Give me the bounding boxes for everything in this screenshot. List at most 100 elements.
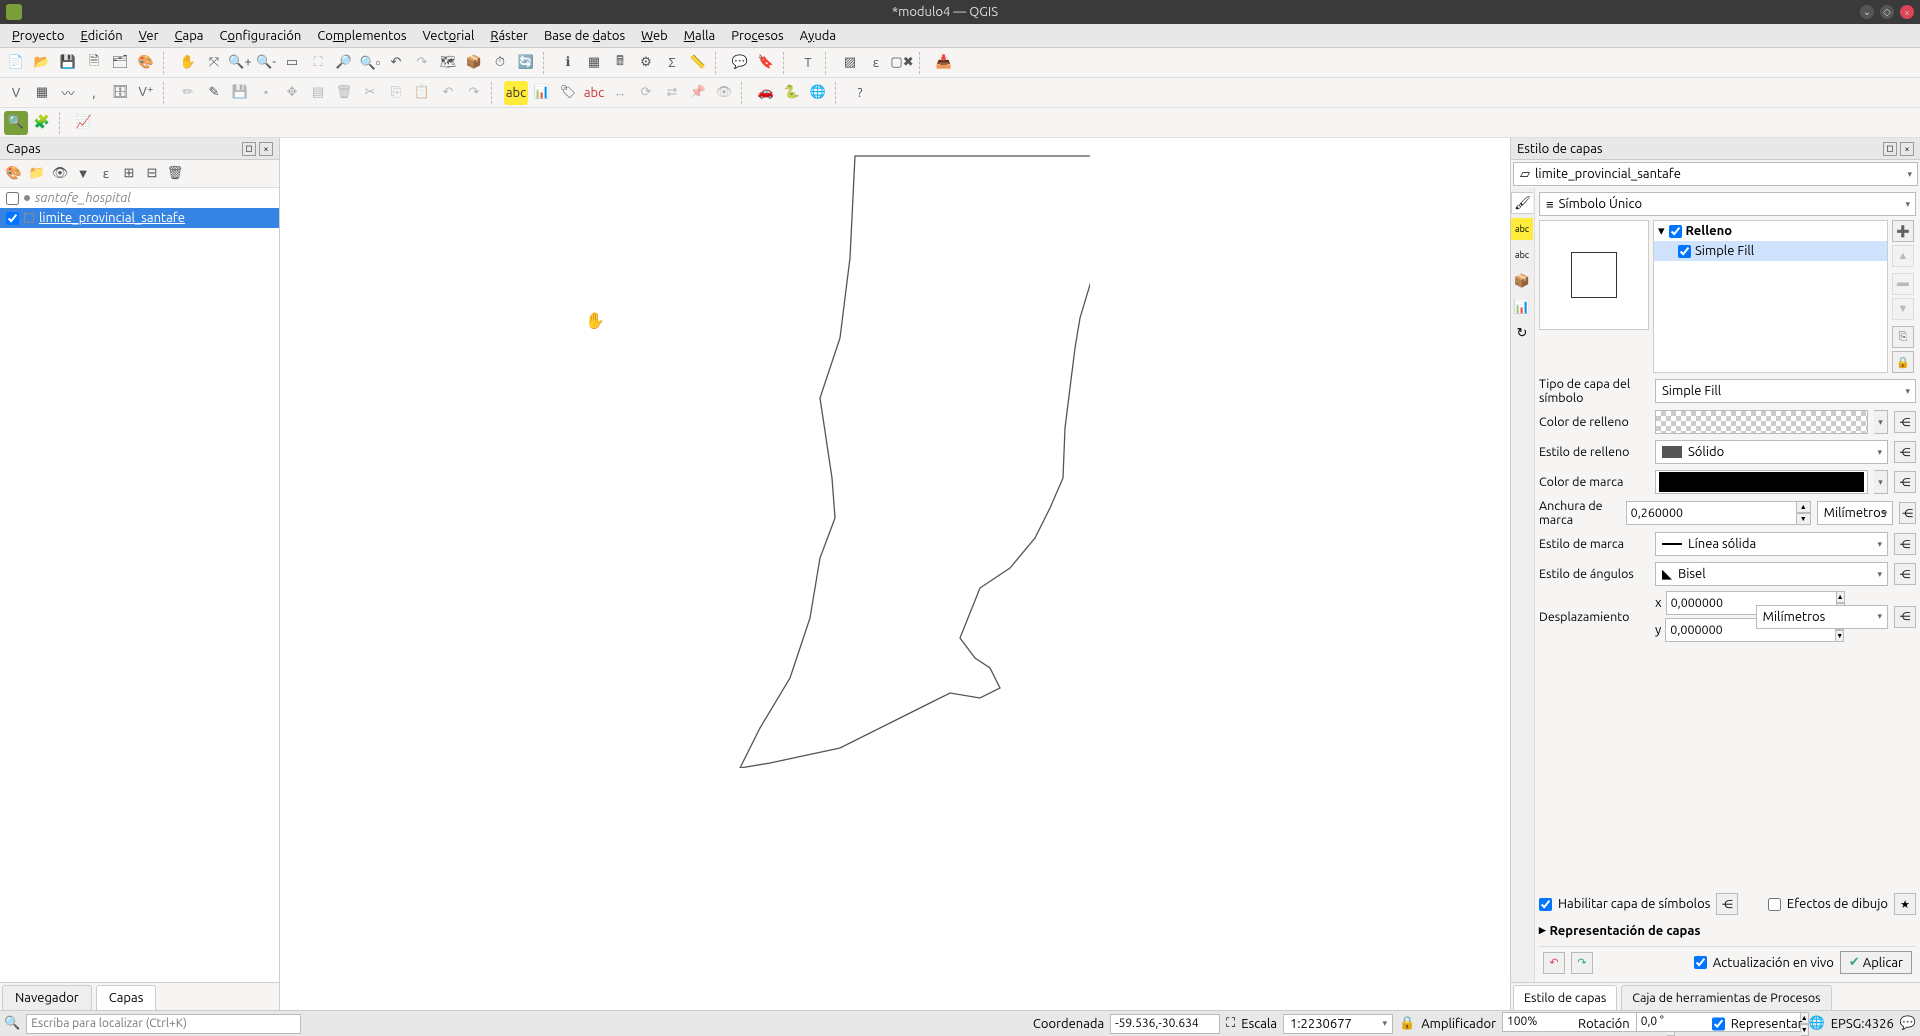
window-maximize-button[interactable]: ◇ — [1880, 5, 1894, 19]
stroke-color-override[interactable]: ⋲ — [1894, 471, 1916, 493]
add-raster-icon[interactable]: ▦ — [30, 81, 54, 105]
offset-override[interactable]: ⋲ — [1894, 606, 1916, 628]
menu-ver[interactable]: Ver — [131, 26, 167, 46]
scale-combo[interactable]: 1:2230677▾ — [1283, 1014, 1393, 1034]
select-features-icon[interactable]: ▨ — [838, 51, 862, 75]
enable-override[interactable]: ⋲ — [1716, 893, 1738, 915]
add-mesh-icon[interactable]: 〰 — [56, 81, 80, 105]
undo-icon[interactable]: ↶ — [436, 81, 460, 105]
zoom-in-icon[interactable]: 🔍+ — [228, 51, 252, 75]
menu-complementos[interactable]: Complementos — [309, 26, 414, 46]
osm-icon[interactable]: 🌐 — [806, 81, 830, 105]
add-delimited-icon[interactable]: , — [82, 81, 106, 105]
label-show-icon[interactable]: 👁 — [712, 81, 736, 105]
vertex-tool-icon[interactable]: ✥ — [280, 81, 304, 105]
coord-input[interactable] — [1110, 1014, 1220, 1034]
new-print-layout-icon[interactable]: 🗎 — [82, 51, 106, 75]
renderer-combo[interactable]: ≡ Símbolo Único ▾ — [1539, 192, 1916, 216]
layer-checkbox-limite[interactable] — [6, 212, 19, 225]
dataplotly-icon[interactable]: 📈 — [72, 111, 96, 135]
enable-symbol-layer-checkbox[interactable] — [1539, 898, 1552, 911]
move-down-button[interactable]: ▼ — [1892, 298, 1914, 320]
fill-style-combo[interactable]: Sólido ▾ — [1655, 440, 1888, 464]
layer-selector-combo[interactable]: ▱ limite_provincial_santafe ▾ — [1513, 162, 1918, 186]
menu-procesos[interactable]: Procesos — [723, 26, 791, 46]
save-project-icon[interactable]: 💾 — [56, 51, 80, 75]
layer-name[interactable]: santafe_hospital — [35, 191, 131, 205]
spin-up[interactable]: ▲ — [1797, 501, 1811, 513]
effects-button[interactable]: ★ — [1894, 893, 1916, 915]
tab-estilo-capas[interactable]: Estilo de capas — [1513, 985, 1617, 1010]
data-source-icon[interactable]: 📥 — [932, 51, 956, 75]
label-change-icon[interactable]: ⇄ — [660, 81, 684, 105]
stroke-color-button[interactable] — [1655, 470, 1868, 494]
add-symbol-layer-button[interactable]: ➕ — [1892, 220, 1914, 242]
offset-unit-combo[interactable]: Milímetros▾ — [1756, 605, 1888, 629]
layer-style-icon[interactable]: 🎨 — [4, 164, 24, 184]
tab-caja-procesos[interactable]: Caja de herramientas de Procesos — [1621, 985, 1831, 1010]
crs-icon[interactable]: 🌐 — [1809, 1016, 1825, 1031]
pan-icon[interactable]: ✋ — [176, 51, 200, 75]
sidetab-symbology-icon[interactable]: 🖌 — [1511, 192, 1533, 214]
menu-malla[interactable]: Malla — [676, 26, 724, 46]
menu-edicion[interactable]: Edición — [72, 26, 130, 46]
label-highlight-icon[interactable]: 🏷 — [556, 81, 580, 105]
sidetab-labels-icon[interactable]: abc — [1511, 218, 1533, 240]
crs-label[interactable]: EPSG:4326 — [1831, 1017, 1894, 1031]
style-manager-icon[interactable]: 🎨 — [134, 51, 158, 75]
tab-navegador[interactable]: Navegador — [2, 985, 92, 1010]
lock-layer-button[interactable]: 🔒 — [1892, 351, 1914, 373]
menu-ayuda[interactable]: Ayuda — [792, 26, 844, 46]
python-console-icon[interactable]: 🐍 — [780, 81, 804, 105]
menu-basedatos[interactable]: Base de datos — [536, 26, 633, 46]
menu-configuracion[interactable]: Configuración — [212, 26, 310, 46]
symbol-layers-tree[interactable]: ▾Relleno Simple Fill — [1653, 220, 1888, 373]
stroke-style-combo[interactable]: Línea sólida ▾ — [1655, 532, 1888, 556]
window-close-button[interactable]: × — [1900, 5, 1914, 19]
apply-button[interactable]: ✔ Aplicar — [1840, 951, 1912, 974]
layer-visibility-icon[interactable]: 👁 — [50, 164, 70, 184]
stroke-color-menu[interactable]: ▾ — [1874, 470, 1888, 494]
fill-style-override[interactable]: ⋲ — [1894, 441, 1916, 463]
panel-float-button[interactable]: ◻ — [242, 142, 256, 156]
help-icon[interactable]: ? — [848, 81, 872, 105]
join-style-combo[interactable]: ◣ Bisel ▾ — [1655, 562, 1888, 586]
quick-osm-icon[interactable]: 🔍 — [4, 111, 28, 135]
stroke-width-unit-combo[interactable]: Milímetros▾ — [1817, 501, 1894, 525]
label-rule-icon[interactable]: abc — [582, 81, 606, 105]
edit-toggle-icon[interactable]: ✏ — [176, 81, 200, 105]
pan-selection-icon[interactable]: ⤧ — [202, 51, 226, 75]
join-style-override[interactable]: ⋲ — [1894, 563, 1916, 585]
temporal-icon[interactable]: ⏱ — [488, 51, 512, 75]
menu-capa[interactable]: Capa — [167, 26, 212, 46]
sidetab-masks-icon[interactable]: abc — [1511, 244, 1533, 266]
osm-layer-icon[interactable]: 🧩 — [30, 111, 54, 135]
symbol-child-checkbox[interactable] — [1678, 245, 1691, 258]
zoom-layer-icon[interactable]: 🔍▫ — [358, 51, 382, 75]
menu-web[interactable]: Web — [633, 26, 676, 46]
render-checkbox[interactable] — [1712, 1014, 1725, 1034]
panel-close-button[interactable]: × — [259, 142, 273, 156]
new-3d-view-icon[interactable]: 📦 — [462, 51, 486, 75]
locator-input[interactable] — [26, 1014, 301, 1034]
paste-icon[interactable]: 📋 — [410, 81, 434, 105]
spin-down[interactable]: ▼ — [1797, 513, 1811, 525]
cut-icon[interactable]: ✂ — [358, 81, 382, 105]
duplicate-layer-button[interactable]: ⎘ — [1892, 326, 1914, 348]
layer-checkbox-hospital[interactable] — [6, 192, 19, 205]
modify-attrs-icon[interactable]: ▤ — [306, 81, 330, 105]
style-panel-float-button[interactable]: ◻ — [1883, 142, 1897, 156]
copy-icon[interactable]: ⎘ — [384, 81, 408, 105]
toolbox-icon[interactable]: ⚙ — [634, 51, 658, 75]
lock-scale-icon[interactable]: 🔒 — [1399, 1016, 1415, 1031]
sidetab-history-icon[interactable]: ↻ — [1511, 322, 1533, 344]
add-vector-icon[interactable]: V — [4, 81, 28, 105]
add-spatialite-icon[interactable]: 🗄 — [108, 81, 132, 105]
fill-color-menu[interactable]: ▾ — [1874, 410, 1888, 434]
measure-icon[interactable]: 📏 — [686, 51, 710, 75]
zoom-last-icon[interactable]: ↶ — [384, 51, 408, 75]
layout-manager-icon[interactable]: 🗂 — [108, 51, 132, 75]
messages-icon[interactable]: 💬 — [1900, 1016, 1916, 1031]
edit-pencil-icon[interactable]: ✎ — [202, 81, 226, 105]
layer-filter-icon[interactable]: ▼ — [73, 164, 93, 184]
